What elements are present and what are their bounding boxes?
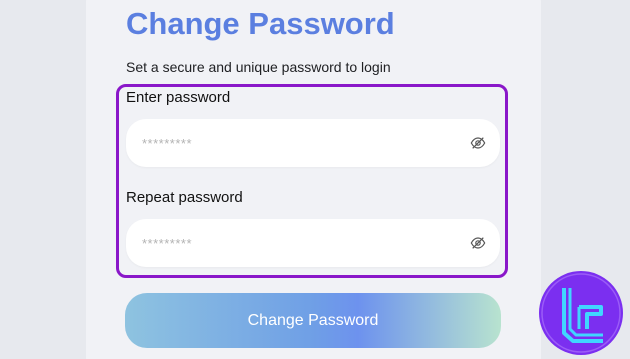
eye-off-icon[interactable]: [470, 235, 486, 251]
repeat-password-label: Repeat password: [126, 189, 243, 206]
password-label: Enter password: [126, 89, 231, 106]
eye-off-icon[interactable]: [470, 135, 486, 151]
page-title: Change Password: [126, 6, 395, 41]
repeat-password-input[interactable]: [142, 232, 442, 254]
password-input[interactable]: [142, 132, 442, 154]
tradingfinder-logo-icon: [539, 271, 623, 355]
page-subtitle: Set a secure and unique password to logi…: [126, 59, 391, 75]
repeat-password-field-wrapper: [126, 219, 500, 267]
change-password-button[interactable]: Change Password: [125, 293, 501, 348]
password-field-wrapper: [126, 119, 500, 167]
